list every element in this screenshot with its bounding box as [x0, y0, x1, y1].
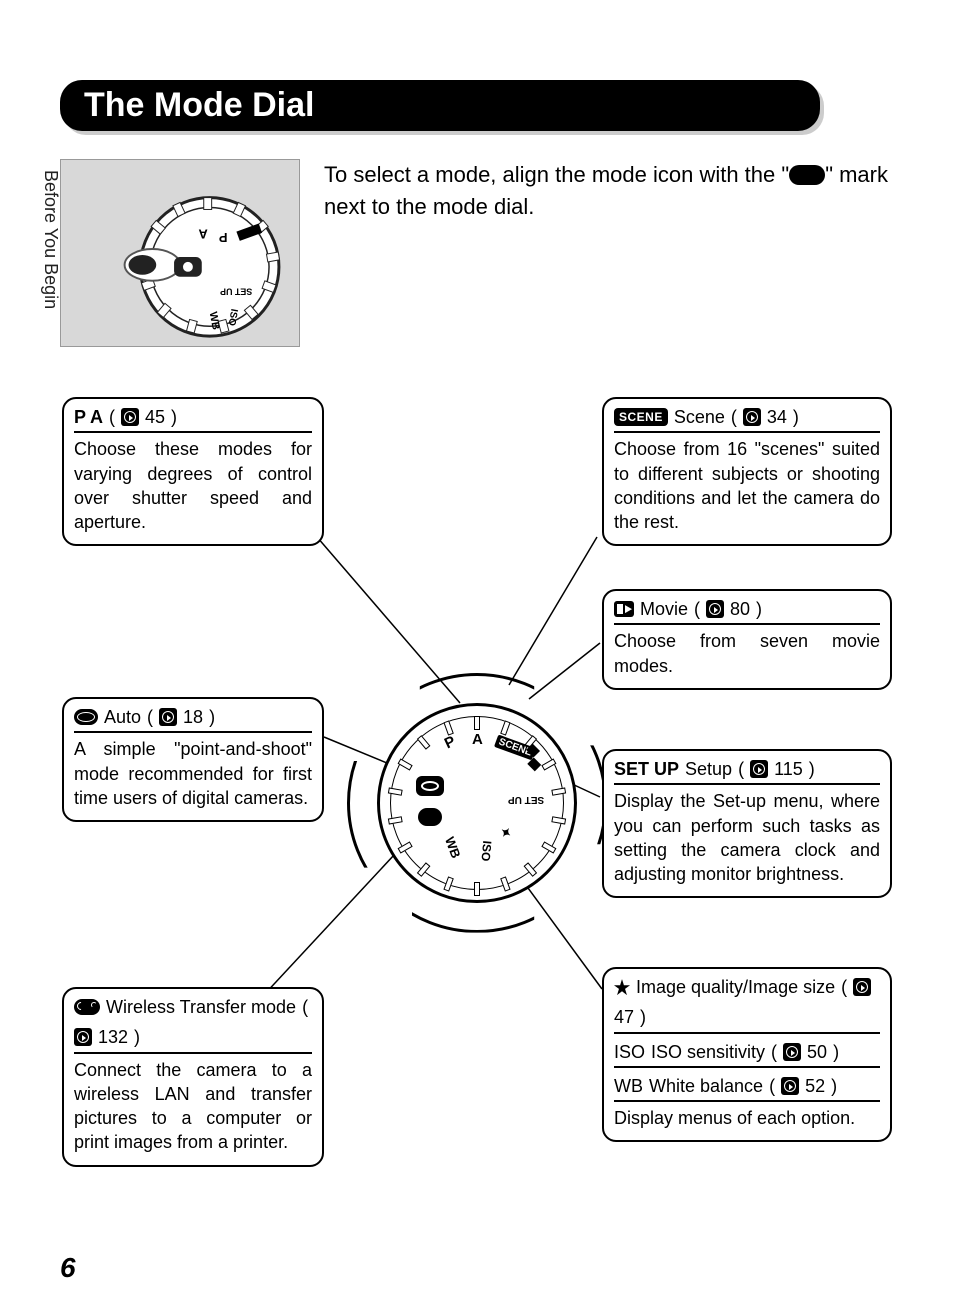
auto-body: A simple "point-and-shoot" mode recommen…: [74, 737, 312, 810]
wb-page: 52: [805, 1074, 825, 1098]
callout-movie: Movie (80) Choose from seven movie modes…: [602, 589, 892, 690]
svg-text:P: P: [218, 230, 227, 245]
auto-icon: [74, 709, 98, 725]
wifi-label: Wireless Transfer mode: [106, 995, 296, 1019]
scene-chip-icon: SCENE: [614, 408, 668, 426]
movie-label: Movie: [640, 597, 688, 621]
wifi-body: Connect the camera to a wireless LAN and…: [74, 1058, 312, 1155]
dial-auto-icon: [416, 776, 444, 800]
dial-label-a: A: [472, 731, 483, 748]
pa-body: Choose these modes for varying degrees o…: [74, 437, 312, 534]
page-title: The Mode Dial: [60, 80, 820, 131]
pa-page: 45: [145, 405, 165, 429]
ref-icon: [743, 408, 761, 426]
callout-auto: Auto (18) A simple "point-and-shoot" mod…: [62, 697, 324, 822]
svg-text:A: A: [198, 226, 207, 241]
movie-body: Choose from seven movie modes.: [614, 629, 880, 678]
setup-chip: SET UP: [614, 757, 679, 781]
dial-label-iso: ISO: [478, 840, 494, 862]
ref-icon: [159, 708, 177, 726]
iso-page: 50: [807, 1040, 827, 1064]
ref-icon: [121, 408, 139, 426]
pa-label: P A: [74, 405, 103, 429]
iso-bold: ISO: [614, 1040, 645, 1064]
mark-icon: [789, 165, 825, 185]
movie-page: 80: [730, 597, 750, 621]
intro-part1: To select a mode, align the mode icon wi…: [324, 162, 789, 187]
svg-text:SET UP: SET UP: [220, 287, 252, 297]
iso-label: ISO sensitivity: [651, 1040, 765, 1064]
page-number: 6: [60, 1252, 76, 1284]
scene-body: Choose from 16 "scenes" suited to differ…: [614, 437, 880, 534]
wifi-page: 132: [98, 1025, 128, 1049]
ref-icon: [706, 600, 724, 618]
auto-label: Auto: [104, 705, 141, 729]
section-label: Before You Begin: [40, 170, 61, 309]
setup-body: Display the Set-up menu, where you can p…: [614, 789, 880, 886]
callout-quality: Image quality/Image size (47) ISO ISO se…: [602, 967, 892, 1142]
ref-icon: [853, 978, 871, 996]
ref-icon: [750, 760, 768, 778]
quality-label: Image quality/Image size: [636, 975, 835, 999]
setup-page: 115: [774, 757, 803, 781]
callout-setup: SET UP Setup (115) Display the Set-up me…: [602, 749, 892, 898]
quality-page: 47: [614, 1005, 634, 1029]
movie-icon: [614, 601, 634, 617]
callout-pa: P A (45) Choose these modes for varying …: [62, 397, 324, 546]
wb-bold: WB: [614, 1074, 643, 1098]
wb-label: White balance: [649, 1074, 763, 1098]
ref-icon: [74, 1028, 92, 1046]
diagram: P A SCENE SET UP ISO WB ▀▄ ✦ P A (45) Ch…: [62, 397, 892, 1177]
callout-wifi: Wireless Transfer mode (132) Connect the…: [62, 987, 324, 1167]
wifi-icon: [74, 999, 100, 1015]
intro-text: To select a mode, align the mode icon wi…: [324, 159, 894, 347]
dial-label-setup: SET UP: [508, 794, 544, 805]
setup-label: Setup: [685, 757, 732, 781]
ref-icon: [781, 1077, 799, 1095]
ref-icon: [783, 1043, 801, 1061]
quality-icon: [614, 979, 630, 995]
scene-page: 34: [767, 405, 787, 429]
auto-page: 18: [183, 705, 203, 729]
quality-body: Display menus of each option.: [614, 1106, 880, 1130]
mode-dial-thumbnail: A P SET UP WB ISO: [60, 159, 300, 347]
dial-wifi-icon: [418, 808, 442, 830]
callout-scene: SCENE Scene (34) Choose from 16 "scenes"…: [602, 397, 892, 546]
mode-dial-illustration: P A SCENE SET UP ISO WB ▀▄ ✦: [377, 703, 577, 903]
scene-label: Scene: [674, 405, 725, 429]
